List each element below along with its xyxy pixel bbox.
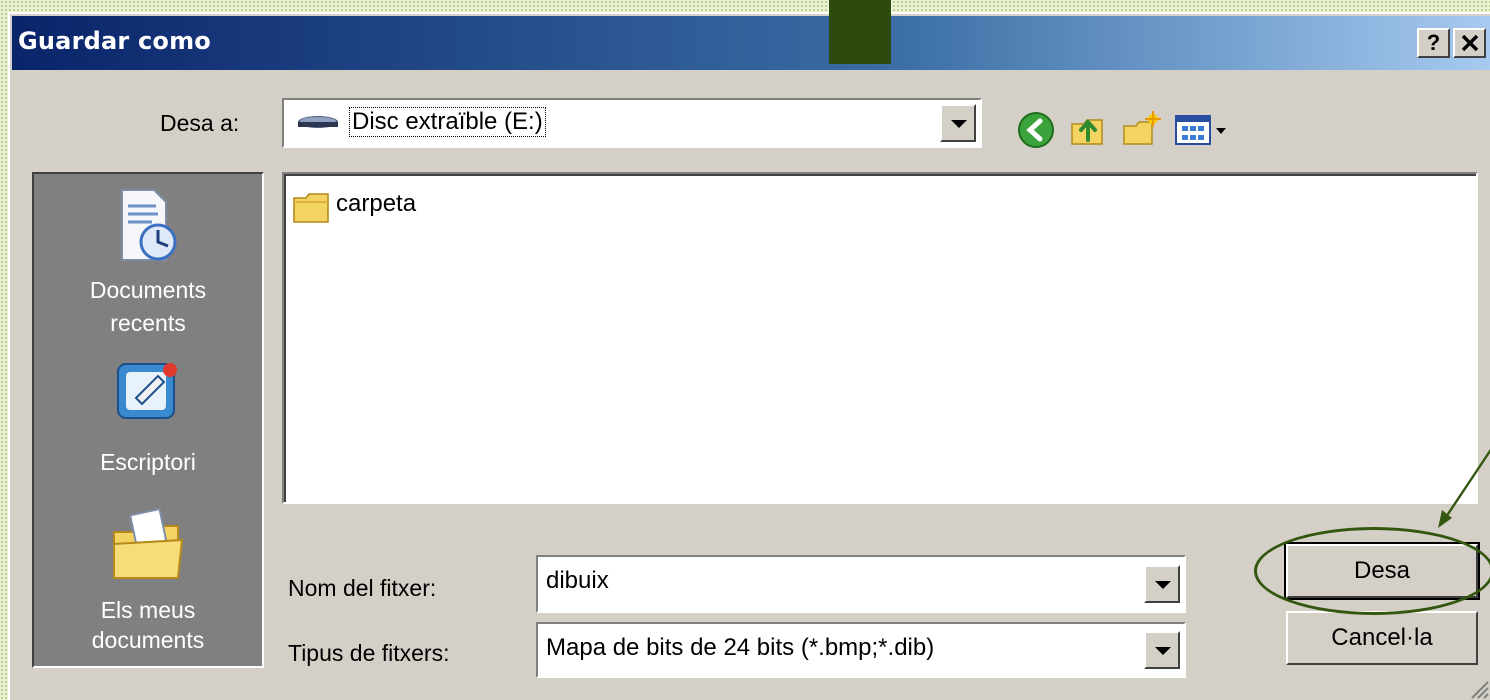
close-icon (1461, 34, 1478, 52)
view-menu-icon[interactable] (1174, 110, 1230, 150)
place-label: Els meus (100, 597, 196, 623)
save-in-label: Desa a: (160, 110, 240, 136)
my-documents-icon (113, 507, 184, 579)
save-in-dropdown[interactable]: Disc extraïble (E:) (282, 98, 982, 148)
filetype-dropdown[interactable]: Mapa de bits de 24 bits (*.bmp;*.dib) (536, 622, 1186, 678)
save-as-dialog: Guardar como ? Desa a: Disc extraïble (E… (8, 12, 1490, 700)
desktop-icon (117, 363, 177, 419)
help-button[interactable]: ? (1417, 28, 1450, 58)
back-icon[interactable] (1016, 110, 1056, 150)
close-button[interactable] (1453, 28, 1486, 58)
title-bar[interactable]: Guardar como ? (12, 16, 1490, 70)
resize-grip-icon[interactable] (1466, 676, 1490, 700)
place-label: documents (91, 627, 205, 653)
overlay-square (829, 0, 891, 64)
file-list[interactable]: carpeta (282, 172, 1478, 504)
file-list-border: carpeta (284, 174, 1476, 502)
chevron-down-icon[interactable] (1144, 631, 1180, 669)
highlight-ellipse (1254, 527, 1490, 615)
folder-icon (293, 193, 329, 223)
filename-value: dibuix (546, 567, 609, 594)
place-label: Escriptori (100, 449, 196, 475)
save-in-value: Disc extraïble (E:) (349, 107, 546, 137)
place-desktop[interactable]: Escriptori (34, 354, 262, 484)
place-label: recents (110, 310, 186, 336)
new-folder-icon[interactable] (1120, 110, 1162, 150)
chevron-down-icon[interactable] (1144, 565, 1180, 603)
place-recent-documents[interactable]: Documents recents (34, 186, 262, 336)
cancel-button[interactable]: Cancel·la (1286, 611, 1478, 665)
chevron-down-icon[interactable] (940, 104, 976, 142)
removable-drive-icon (298, 116, 338, 128)
place-my-documents[interactable]: Els meus documents (34, 504, 262, 664)
filetype-value: Mapa de bits de 24 bits (*.bmp;*.dib) (546, 634, 935, 661)
recent-documents-icon (121, 189, 177, 261)
filetype-label: Tipus de fitxers: (288, 640, 450, 666)
window-title: Guardar como (18, 27, 211, 55)
file-name: carpeta (336, 190, 417, 217)
places-bar: Documents recents Escriptori Els meus do… (32, 172, 264, 668)
filename-label: Nom del fitxer: (288, 575, 437, 601)
annotation-arrow-icon (1438, 448, 1490, 528)
place-label: Documents (89, 277, 207, 303)
up-folder-icon[interactable] (1068, 110, 1108, 150)
filename-field[interactable]: dibuix (536, 555, 1186, 613)
